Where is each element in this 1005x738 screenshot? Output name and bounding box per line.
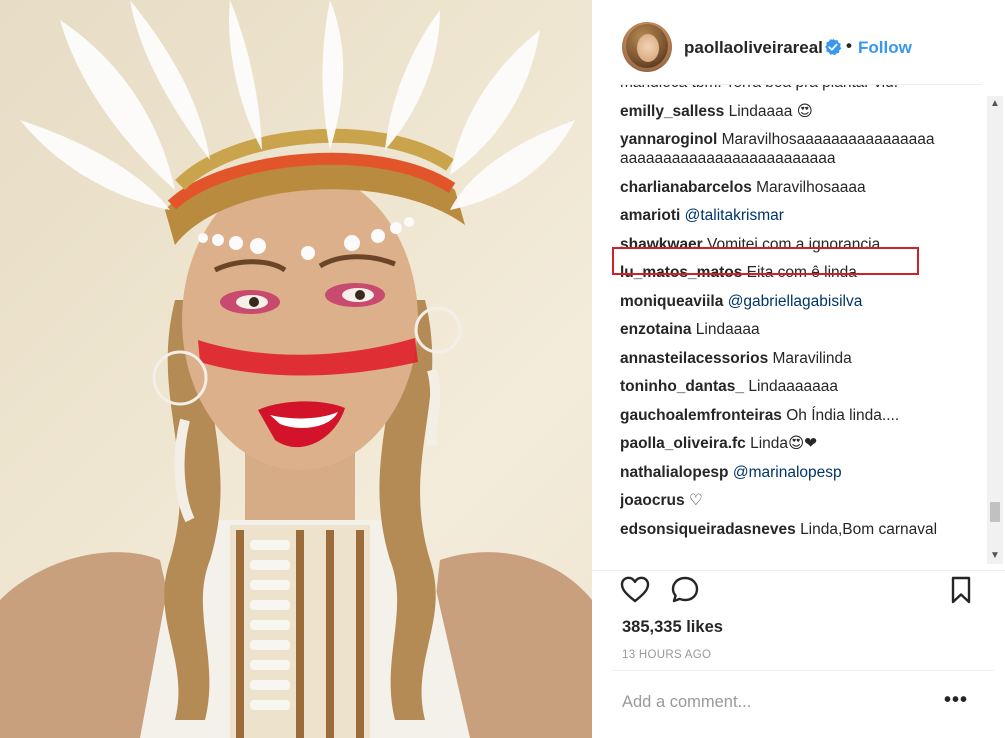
comment-text: Lindaaaa — [695, 321, 760, 338]
add-comment-row: ••• — [612, 670, 994, 738]
scroll-down-arrow-icon[interactable]: ▼ — [987, 548, 1003, 564]
comment-username[interactable]: toninho_dantas_ — [620, 378, 744, 395]
comment-text: ♡ — [688, 492, 703, 509]
follow-button[interactable]: Follow — [858, 38, 912, 58]
comment-item: charlianabarcelos Maravilhosaaaa — [620, 178, 982, 197]
comments-scrollbar[interactable]: ▲ ▼ — [987, 96, 1003, 564]
scroll-thumb[interactable] — [990, 502, 1000, 522]
comment-username[interactable]: charlianabarcelos — [620, 179, 752, 196]
comment-item: paolla_oliveira.fc Linda😍❤ — [620, 434, 982, 453]
comment-item: nathalialopesp @marinalopesp — [620, 463, 982, 482]
avatar[interactable] — [622, 22, 672, 72]
comments-list[interactable]: mandioca tbm. Terra boa pra plantar vid.… — [620, 84, 982, 564]
comment-username[interactable]: annasteilacessorios — [620, 350, 768, 367]
comment-bubble-icon[interactable] — [670, 575, 700, 605]
comment-item: edsonsiqueiradasneves Linda,Bom carnaval — [620, 520, 982, 539]
comment-username[interactable]: enzotaina — [620, 321, 691, 338]
comment-item: toninho_dantas_ Lindaaaaaaa — [620, 377, 982, 396]
post-photo — [0, 0, 592, 738]
comment-item: joaocrus ♡ — [620, 491, 982, 510]
comment-mention-link[interactable]: @gabriellagabisilva — [728, 293, 863, 310]
add-comment-input[interactable] — [622, 693, 942, 712]
post-header: paollaoliveirareal • Follow — [592, 0, 1005, 95]
comment-text: Oh Índia linda.... — [786, 406, 900, 424]
comment-text: Maravilhosaaaa — [756, 178, 866, 196]
photo-illustration — [0, 0, 592, 738]
comment-item: gauchoalemfronteiras Oh Índia linda.... — [620, 406, 982, 425]
comment-text: Linda,Bom carnaval — [800, 520, 938, 538]
post-side-panel: paollaoliveirareal • Follow mandioca tbm… — [592, 0, 1005, 738]
scroll-up-arrow-icon[interactable]: ▲ — [987, 96, 1003, 112]
comment-username[interactable]: amarioti — [620, 207, 680, 224]
post-username[interactable]: paollaoliveirareal — [684, 38, 823, 58]
action-bar — [592, 570, 1005, 610]
like-heart-icon[interactable] — [620, 575, 650, 605]
comment-text: Lindaaaa 😍 — [728, 102, 813, 120]
comment-username[interactable]: paolla_oliveira.fc — [620, 435, 746, 452]
comment-item: mandioca tbm. Terra boa pra plantar vid. — [620, 85, 982, 92]
comment-item: yannaroginol Maravilhosaaaaaaaaaaaaaaaa … — [620, 130, 982, 168]
comment-username[interactable]: nathalialopesp — [620, 464, 729, 481]
comment-username[interactable]: yannaroginol — [620, 131, 717, 148]
verified-badge-icon — [824, 38, 842, 56]
highlight-box — [612, 247, 919, 275]
comment-mention-link[interactable]: @talitakrismar — [685, 207, 784, 224]
comment-item: annasteilacessorios Maravilinda — [620, 349, 982, 368]
comment-item: amarioti @talitakrismar — [620, 206, 982, 225]
comment-item: emilly_salless Lindaaaa 😍 — [620, 102, 982, 121]
comment-username[interactable]: gauchoalemfronteiras — [620, 407, 782, 424]
likes-count[interactable]: 385,335 likes — [622, 618, 723, 637]
comment-username[interactable]: edsonsiqueiradasneves — [620, 521, 796, 538]
comment-username[interactable]: moniqueaviila — [620, 293, 723, 310]
more-options-icon[interactable]: ••• — [944, 689, 968, 712]
comment-text: mandioca tbm. Terra boa pra plantar vid. — [620, 85, 898, 91]
header-separator: • — [846, 36, 852, 55]
comment-mention-link[interactable]: @marinalopesp — [733, 464, 842, 481]
comment-text: Maravilinda — [772, 349, 852, 367]
comment-item: moniqueaviila @gabriellagabisilva — [620, 292, 982, 311]
comment-username[interactable]: joaocrus — [620, 492, 685, 509]
post-timestamp: 13 HOURS AGO — [622, 649, 712, 661]
comment-item: enzotaina Lindaaaa — [620, 320, 982, 339]
comment-text: Lindaaaaaaa — [748, 378, 838, 395]
comment-text: Linda😍❤ — [750, 435, 818, 452]
comment-username[interactable]: emilly_salless — [620, 103, 724, 120]
bookmark-icon[interactable] — [946, 575, 976, 605]
